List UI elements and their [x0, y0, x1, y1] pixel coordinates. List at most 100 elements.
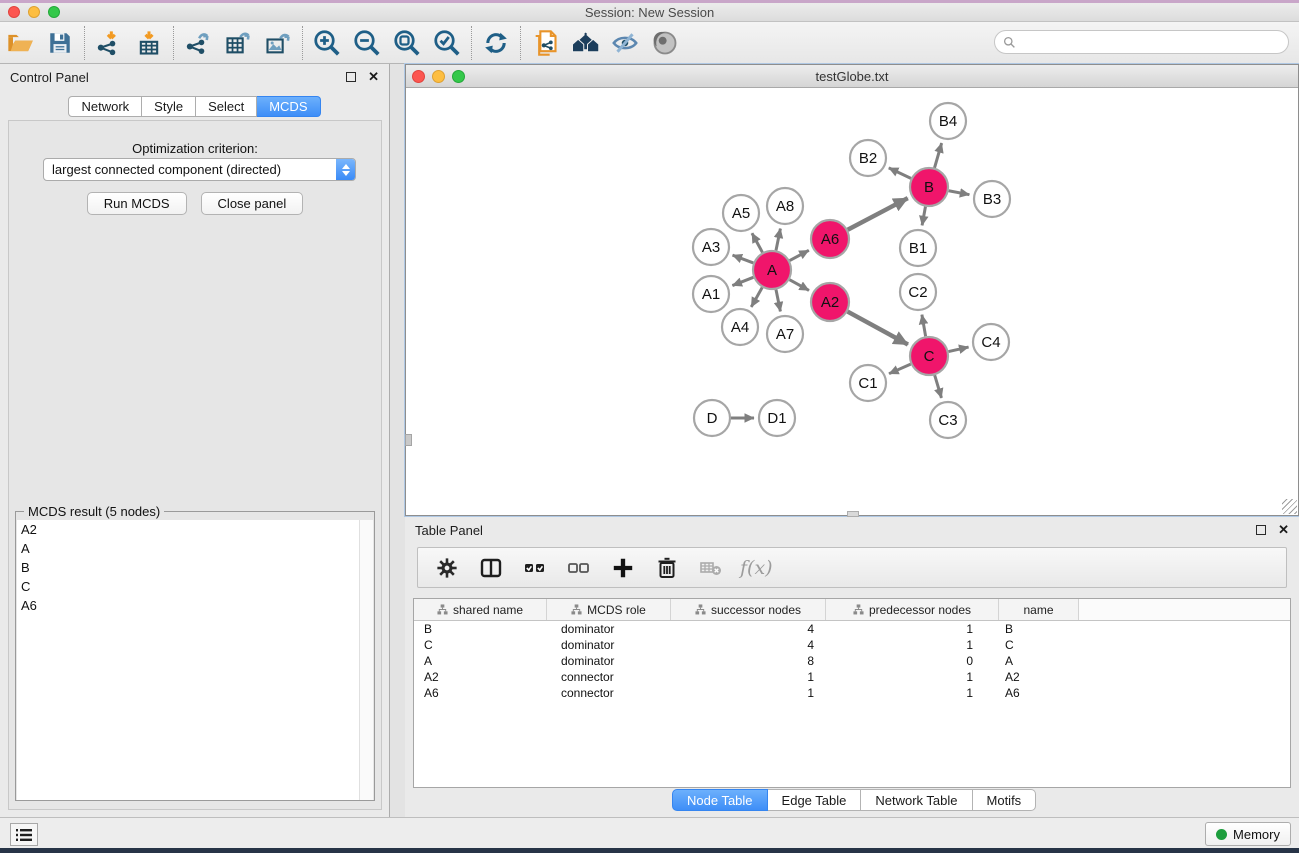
- delete-table-button[interactable]: [694, 551, 728, 585]
- table-row[interactable]: Bdominator41B: [414, 621, 1290, 637]
- graph-node-B3[interactable]: B3: [974, 181, 1010, 217]
- graph-node-C[interactable]: C: [910, 337, 948, 375]
- window-resize-grip[interactable]: [1282, 499, 1297, 514]
- graph-edge-C-C4[interactable]: [949, 347, 969, 352]
- graph-node-B4[interactable]: B4: [930, 103, 966, 139]
- mcds-result-item[interactable]: A6: [17, 596, 360, 615]
- graph-node-D[interactable]: D: [694, 400, 730, 436]
- graph-edge-B-B1[interactable]: [922, 207, 925, 226]
- tab-edge-table[interactable]: Edge Table: [768, 789, 862, 811]
- graph-node-A6[interactable]: A6: [811, 220, 849, 258]
- deselect-all-button[interactable]: [562, 551, 596, 585]
- mcds-result-item[interactable]: B: [17, 558, 360, 577]
- save-session-button[interactable]: [40, 25, 80, 61]
- tab-network-table[interactable]: Network Table: [861, 789, 972, 811]
- search-input[interactable]: [1016, 32, 1288, 52]
- export-image-button[interactable]: [258, 25, 298, 61]
- graph-node-C2[interactable]: C2: [900, 274, 936, 310]
- open-file-button[interactable]: [0, 25, 40, 61]
- graph-edge-A-A2[interactable]: [790, 280, 809, 291]
- graph-edge-A-A7[interactable]: [776, 290, 780, 312]
- add-column-button[interactable]: [606, 551, 640, 585]
- import-table-button[interactable]: [129, 25, 169, 61]
- graph-edge-C-C1[interactable]: [889, 364, 911, 374]
- graph-node-B[interactable]: B: [910, 168, 948, 206]
- graph-edge-A6-B[interactable]: [848, 198, 908, 230]
- show-details-button[interactable]: [645, 25, 685, 61]
- delete-column-button[interactable]: [650, 551, 684, 585]
- graph-node-C1[interactable]: C1: [850, 365, 886, 401]
- table-row[interactable]: Cdominator41C: [414, 637, 1290, 653]
- network-window-titlebar[interactable]: testGlobe.txt: [406, 65, 1298, 88]
- graph-edge-A-A1[interactable]: [732, 277, 753, 285]
- table-row[interactable]: A6connector11A6: [414, 685, 1290, 701]
- run-mcds-button[interactable]: Run MCDS: [87, 192, 187, 215]
- graph-edge-C-C3[interactable]: [935, 375, 942, 398]
- graph-node-A1[interactable]: A1: [693, 276, 729, 312]
- close-panel-button[interactable]: Close panel: [201, 192, 304, 215]
- task-history-button[interactable]: [10, 823, 38, 846]
- tab-style[interactable]: Style: [142, 96, 196, 117]
- network-graph[interactable]: B4 B2 B B3 A8A5 A6 A3 B1 A C2 A1 A2 A4A7 C4 C C1 D D1 C3: [406, 88, 1298, 515]
- tab-node-table[interactable]: Node Table: [672, 789, 768, 811]
- table-settings-button[interactable]: [430, 551, 464, 585]
- refresh-button[interactable]: [476, 25, 516, 61]
- zoom-fit-button[interactable]: [387, 25, 427, 61]
- close-panel-icon[interactable]: ✕: [368, 69, 379, 85]
- criterion-dropdown[interactable]: largest connected component (directed): [43, 158, 356, 181]
- graph-node-B1[interactable]: B1: [900, 230, 936, 266]
- export-table-button[interactable]: [218, 25, 258, 61]
- home-layout-button[interactable]: [565, 25, 605, 61]
- select-all-button[interactable]: [518, 551, 552, 585]
- toggle-columns-button[interactable]: [474, 551, 508, 585]
- tab-select[interactable]: Select: [196, 96, 257, 117]
- graph-node-C4[interactable]: C4: [973, 324, 1009, 360]
- graph-node-D1[interactable]: D1: [759, 400, 795, 436]
- hide-details-button[interactable]: [605, 25, 645, 61]
- graph-edge-A-A3[interactable]: [733, 255, 754, 263]
- graph-node-A8[interactable]: A8: [767, 188, 803, 224]
- network-canvas[interactable]: B4 B2 B B3 A8A5 A6 A3 B1 A C2 A1 A2 A4A7 C4 C C1 D D1 C3: [406, 88, 1298, 515]
- graph-node-A2[interactable]: A2: [811, 283, 849, 321]
- mcds-result-list[interactable]: A2ABCA6: [17, 520, 360, 800]
- graph-node-A3[interactable]: A3: [693, 229, 729, 265]
- memory-button[interactable]: Memory: [1205, 822, 1291, 846]
- column-header-successor-nodes[interactable]: successor nodes: [671, 599, 826, 620]
- table-row[interactable]: A2connector11A2: [414, 669, 1290, 685]
- network-snapshot-button[interactable]: [525, 25, 565, 61]
- graph-node-A4[interactable]: A4: [722, 309, 758, 345]
- graph-edge-B-B3[interactable]: [949, 191, 970, 195]
- splitter-handle-left[interactable]: [405, 434, 412, 446]
- tab-mcds[interactable]: MCDS: [257, 96, 320, 117]
- export-network-button[interactable]: [178, 25, 218, 61]
- graph-edge-B-B4[interactable]: [935, 143, 942, 168]
- tab-network[interactable]: Network: [68, 96, 142, 117]
- table-close-icon[interactable]: ✕: [1278, 522, 1289, 538]
- float-panel-button[interactable]: [346, 72, 356, 82]
- graph-edge-A-A4[interactable]: [751, 287, 762, 307]
- function-builder-button[interactable]: f(x): [740, 557, 773, 579]
- mcds-result-item[interactable]: C: [17, 577, 360, 596]
- zoom-in-button[interactable]: [307, 25, 347, 61]
- table-body[interactable]: Bdominator41BCdominator41CAdominator80AA…: [414, 621, 1290, 701]
- mcds-result-item[interactable]: A: [17, 539, 360, 558]
- graph-node-B2[interactable]: B2: [850, 140, 886, 176]
- graph-edge-A-A6[interactable]: [790, 250, 809, 260]
- mcds-list-scrollbar[interactable]: [359, 520, 373, 800]
- zoom-selected-button[interactable]: [427, 25, 467, 61]
- graph-edge-A-A8[interactable]: [776, 229, 780, 251]
- tab-motifs[interactable]: Motifs: [973, 789, 1037, 811]
- graph-node-A5[interactable]: A5: [723, 195, 759, 231]
- column-header-name[interactable]: name: [999, 599, 1079, 620]
- table-float-button[interactable]: [1256, 525, 1266, 535]
- graph-node-A[interactable]: A: [753, 251, 791, 289]
- graph-edge-B-B2[interactable]: [889, 168, 911, 179]
- import-network-button[interactable]: [89, 25, 129, 61]
- graph-node-C3[interactable]: C3: [930, 402, 966, 438]
- mcds-result-item[interactable]: A2: [17, 520, 360, 539]
- graph-edge-C-C2[interactable]: [922, 315, 926, 337]
- graph-edge-A-A5[interactable]: [752, 233, 762, 252]
- graph-edge-A2-C[interactable]: [848, 312, 908, 345]
- table-row[interactable]: Adominator80A: [414, 653, 1290, 669]
- graph-node-A7[interactable]: A7: [767, 316, 803, 352]
